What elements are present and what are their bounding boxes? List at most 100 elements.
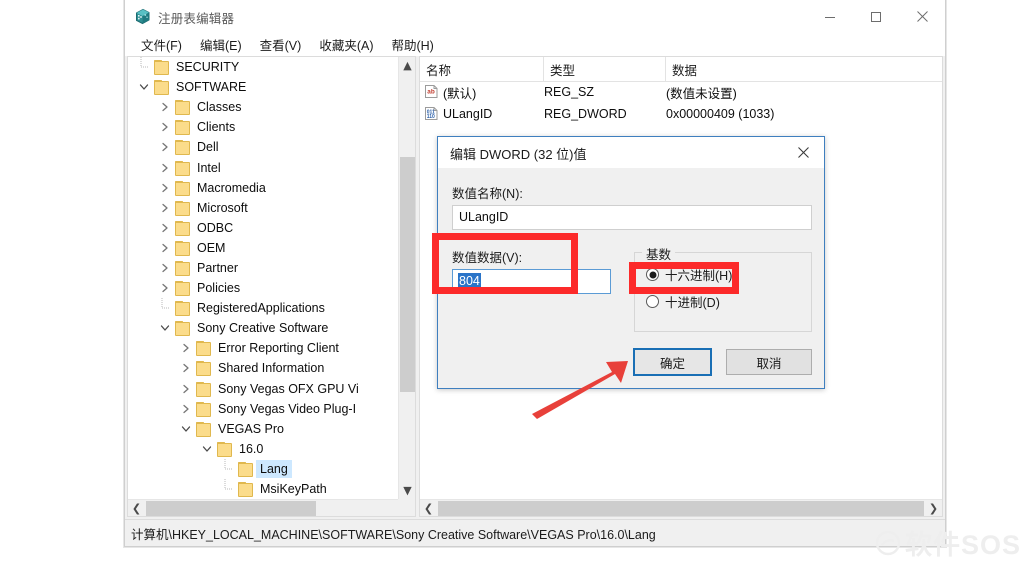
- values-scroll-right-button[interactable]: ❯: [925, 500, 942, 516]
- folder-icon: [173, 140, 190, 156]
- menu-edit[interactable]: 编辑(E): [191, 33, 251, 56]
- folder-icon: [194, 341, 211, 357]
- menu-view[interactable]: 查看(V): [251, 33, 311, 56]
- tree-item[interactable]: Classes: [128, 97, 398, 117]
- ok-button[interactable]: 确定: [633, 348, 712, 376]
- dialog-close-button[interactable]: [782, 137, 824, 168]
- maximize-button[interactable]: [853, 0, 899, 33]
- chevron-right-icon[interactable]: [157, 258, 173, 278]
- tree-item[interactable]: Dell: [128, 137, 398, 157]
- screen: 注册表编辑器 文件(F) 编辑(E) 查看(V) 收藏夹(A) 帮助(H) SE…: [0, 0, 1029, 566]
- tree-item-label: RegisteredApplications: [197, 301, 325, 316]
- registry-tree[interactable]: SECURITY SOFTWARE Classes Clients Dell Intel M…: [128, 57, 398, 499]
- minimize-button[interactable]: [807, 0, 853, 33]
- tree-connector: [157, 298, 173, 318]
- tree-item[interactable]: SOFTWARE: [128, 77, 398, 97]
- tree-item[interactable]: Microsoft: [128, 198, 398, 218]
- table-row[interactable]: ab (默认) REG_SZ (数值未设置): [420, 81, 942, 103]
- tree-item-label: Macromedia: [197, 180, 266, 195]
- window-title: 注册表编辑器: [158, 12, 235, 26]
- menu-bar: 文件(F) 编辑(E) 查看(V) 收藏夹(A) 帮助(H): [125, 33, 945, 56]
- folder-icon: [215, 441, 232, 457]
- chevron-right-icon[interactable]: [178, 338, 194, 358]
- tree-vscroll-thumb[interactable]: [400, 157, 415, 392]
- chevron-right-icon[interactable]: [157, 117, 173, 137]
- tree-vertical-scrollbar[interactable]: ▲ ▼: [398, 57, 415, 499]
- folder-icon: [173, 240, 190, 256]
- tree-scroll-up-button[interactable]: ▲: [399, 57, 415, 74]
- folder-icon: [173, 200, 190, 216]
- close-button[interactable]: [899, 0, 945, 33]
- dialog-title: 编辑 DWORD (32 位)值: [450, 147, 587, 162]
- tree-item[interactable]: Macromedia: [128, 178, 398, 198]
- folder-icon: [173, 160, 190, 176]
- tree-connector: [136, 57, 152, 77]
- tree-item[interactable]: SECURITY: [128, 57, 398, 77]
- tree-item[interactable]: Shared Information: [128, 358, 398, 378]
- chevron-down-icon[interactable]: [157, 318, 173, 338]
- values-hscroll-thumb[interactable]: [438, 501, 924, 516]
- tree-item[interactable]: Sony Vegas OFX GPU Vi: [128, 379, 398, 399]
- folder-icon: [173, 281, 190, 297]
- tree-item[interactable]: Sony Vegas Video Plug-I: [128, 399, 398, 419]
- menu-favorites[interactable]: 收藏夹(A): [310, 33, 382, 56]
- tree-scroll-left-button[interactable]: ❮: [128, 500, 145, 516]
- tree-item-label: Clients: [197, 120, 236, 135]
- tree-hscroll-thumb[interactable]: [146, 501, 316, 516]
- value-data-selected-text: 804: [458, 273, 481, 289]
- tree-horizontal-scrollbar[interactable]: ❮ ❯: [128, 499, 415, 516]
- svg-text:110: 110: [427, 114, 435, 120]
- radio-hexadecimal[interactable]: 十六进制(H): [646, 265, 732, 284]
- tree-item[interactable]: VEGAS Pro: [128, 419, 398, 439]
- tree-item[interactable]: 16.0: [128, 439, 398, 459]
- column-header-data[interactable]: 数据: [666, 57, 942, 81]
- tree-item-label: Intel: [197, 160, 221, 175]
- chevron-down-icon[interactable]: [178, 419, 194, 439]
- close-icon: [797, 147, 809, 158]
- tree-item[interactable]: Clients: [128, 117, 398, 137]
- chevron-right-icon[interactable]: [157, 158, 173, 178]
- window-controls: [807, 0, 945, 33]
- chevron-down-icon[interactable]: [199, 439, 215, 459]
- chevron-right-icon[interactable]: [157, 278, 173, 298]
- chevron-right-icon[interactable]: [157, 238, 173, 258]
- chevron-right-icon[interactable]: [157, 178, 173, 198]
- values-horizontal-scrollbar[interactable]: ❮ ❯: [420, 499, 942, 516]
- tree-item[interactable]: ODBC: [128, 218, 398, 238]
- tree-item[interactable]: Intel: [128, 157, 398, 177]
- tree-item[interactable]: MsiKeyPath: [128, 479, 398, 499]
- cancel-button[interactable]: 取消: [726, 349, 812, 375]
- folder-icon: [194, 381, 211, 397]
- tree-item[interactable]: Policies: [128, 278, 398, 298]
- tree-item[interactable]: RegisteredApplications: [128, 298, 398, 318]
- tree-item[interactable]: Partner: [128, 258, 398, 278]
- value-data-input[interactable]: 804: [452, 269, 611, 294]
- chevron-right-icon[interactable]: [157, 218, 173, 238]
- tree-scroll-down-button[interactable]: ▼: [399, 482, 415, 499]
- chevron-right-icon[interactable]: [157, 137, 173, 157]
- chevron-right-icon[interactable]: [178, 358, 194, 378]
- tree-item[interactable]: Lang: [128, 458, 398, 479]
- value-name-input[interactable]: ULangID: [452, 205, 812, 230]
- tree-item[interactable]: Error Reporting Client: [128, 338, 398, 358]
- chevron-right-icon[interactable]: [178, 399, 194, 419]
- chevron-right-icon[interactable]: [178, 379, 194, 399]
- column-header-name[interactable]: 名称: [420, 57, 544, 81]
- column-header-type[interactable]: 类型: [544, 57, 666, 81]
- chevron-right-icon[interactable]: [157, 198, 173, 218]
- chevron-right-icon[interactable]: [157, 97, 173, 117]
- radio-decimal[interactable]: 十进制(D): [646, 292, 720, 311]
- table-row[interactable]: 011 110 ULangID REG_DWORD 0x00000409 (10…: [420, 103, 942, 125]
- values-list-header: 名称 类型 数据: [420, 57, 942, 82]
- tree-item[interactable]: Sony Creative Software: [128, 318, 398, 338]
- tree-item-label: Sony Creative Software: [197, 321, 329, 336]
- menu-help[interactable]: 帮助(H): [382, 33, 442, 56]
- tree-item[interactable]: OEM: [128, 238, 398, 258]
- radio-hexadecimal-indicator: [646, 268, 659, 281]
- tree-item-label: Sony Vegas OFX GPU Vi: [218, 381, 359, 396]
- chevron-down-icon[interactable]: [136, 77, 152, 97]
- tree-item-label: Partner: [197, 260, 238, 275]
- svg-text:ab: ab: [427, 89, 435, 96]
- menu-file[interactable]: 文件(F): [132, 33, 191, 56]
- values-scroll-left-button[interactable]: ❮: [420, 500, 437, 516]
